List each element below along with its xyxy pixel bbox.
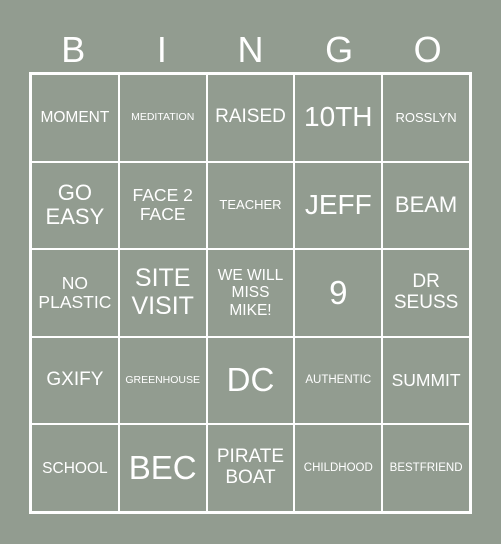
header-letter-b: B: [61, 29, 86, 70]
bingo-cell[interactable]: GO EASY: [31, 161, 119, 250]
bingo-cell[interactable]: BEC: [118, 424, 207, 512]
bingo-header: B I N G O: [29, 30, 472, 70]
header-letter-i: I: [156, 29, 167, 70]
bingo-cell[interactable]: WE WILL MISS MIKE!: [206, 249, 295, 337]
bingo-cell[interactable]: CHILDHOOD: [294, 424, 383, 512]
bingo-cell[interactable]: GREENHOUSE: [118, 336, 207, 425]
header-letter-g: G: [325, 29, 354, 70]
bingo-cell[interactable]: SUMMIT: [382, 336, 470, 425]
header-letter-o: O: [413, 29, 442, 70]
bingo-cell[interactable]: TEACHER: [206, 161, 295, 250]
bingo-cell[interactable]: DR SEUSS: [382, 249, 470, 337]
bingo-cell[interactable]: GXIFY: [31, 336, 119, 425]
bingo-cell[interactable]: SITE VISIT: [118, 249, 207, 337]
bingo-cell[interactable]: JEFF: [294, 161, 383, 250]
bingo-cell[interactable]: BEAM: [382, 161, 470, 250]
bingo-cell[interactable]: RAISED: [206, 74, 295, 162]
bingo-cell[interactable]: FACE 2 FACE: [118, 161, 207, 250]
bingo-cell[interactable]: MOMENT: [31, 74, 119, 162]
bingo-cell[interactable]: AUTHENTIC: [294, 336, 383, 425]
header-letter-n: N: [237, 29, 264, 70]
bingo-cell[interactable]: ROSSLYN: [382, 74, 470, 162]
bingo-cell[interactable]: BESTFRIEND: [382, 424, 470, 512]
bingo-grid: MOMENT MEDITATION RAISED 10TH ROSSLYN GO…: [29, 72, 472, 514]
bingo-cell[interactable]: MEDITATION: [118, 74, 207, 162]
bingo-cell[interactable]: PIRATE BOAT: [206, 424, 295, 512]
bingo-cell[interactable]: SCHOOL: [31, 424, 119, 512]
bingo-cell[interactable]: 9: [294, 249, 383, 337]
bingo-cell[interactable]: 10TH: [294, 74, 383, 162]
bingo-cell[interactable]: NO PLASTIC: [31, 249, 119, 337]
bingo-cell[interactable]: DC: [206, 336, 295, 425]
